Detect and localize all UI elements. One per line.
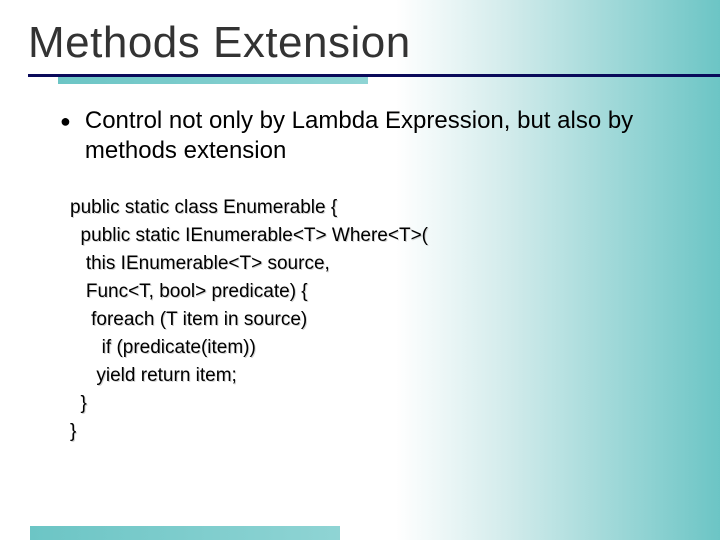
code-line: yield return item; (70, 362, 680, 390)
code-line: if (predicate(item)) (70, 334, 680, 362)
code-line: this IEnumerable<T> source, (70, 250, 680, 278)
code-block: public static class Enumerable { public … (60, 194, 680, 446)
code-line: public static IEnumerable<T> Where<T>( (70, 222, 680, 250)
title-block: Methods Extension (0, 0, 720, 84)
bullet-text: Control not only by Lambda Expression, b… (85, 106, 680, 166)
title-underline (28, 74, 720, 84)
bottom-accent-bar (30, 526, 340, 540)
code-line: public static class Enumerable { (70, 194, 680, 222)
bullet-item: ● Control not only by Lambda Expression,… (60, 106, 680, 166)
bullet-icon: ● (60, 106, 71, 136)
content-area: ● Control not only by Lambda Expression,… (0, 84, 720, 446)
slide-title: Methods Extension (28, 18, 720, 68)
code-line: foreach (T item in source) (70, 306, 680, 334)
code-line: } (70, 418, 680, 446)
code-line: Func<T, bool> predicate) { (70, 278, 680, 306)
underline-main (28, 74, 720, 77)
code-line: } (70, 390, 680, 418)
